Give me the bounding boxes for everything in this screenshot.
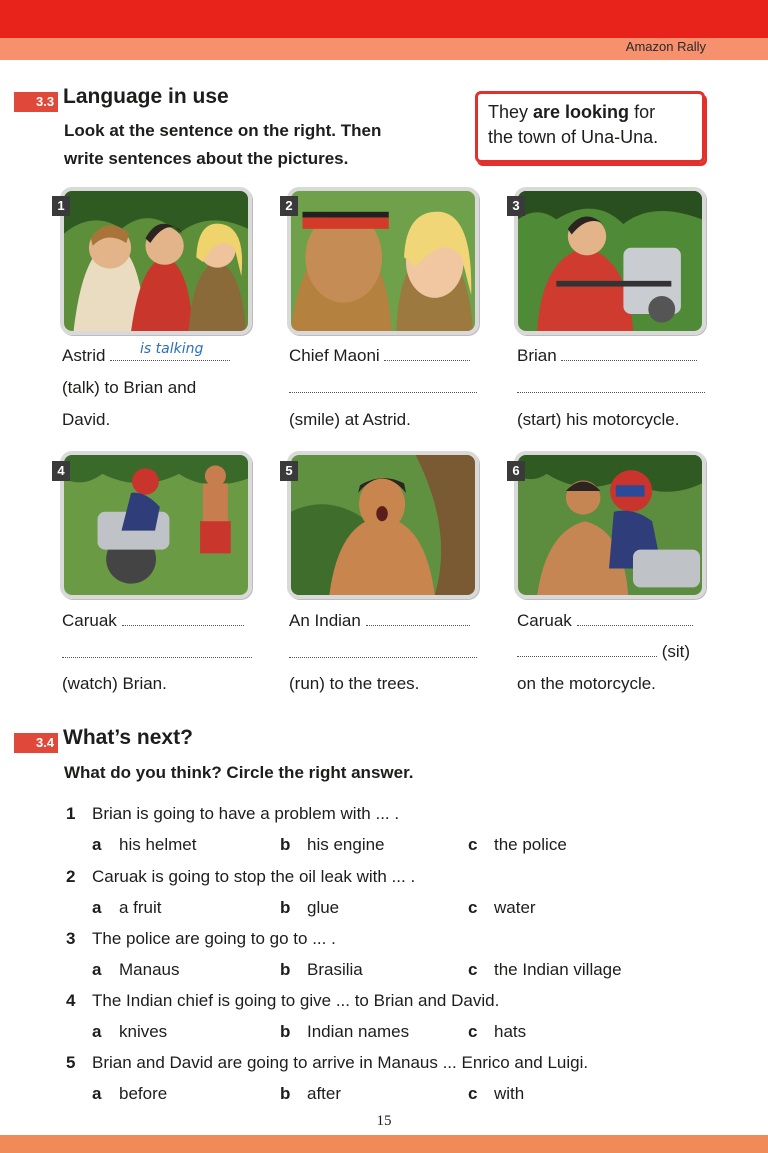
question-number: 3 [66, 929, 76, 948]
item-2-subject: Chief Maoni [289, 346, 380, 365]
answer-blank-4b[interactable] [62, 657, 252, 658]
item-6-line-1: Caruak [517, 610, 693, 632]
item-4-line-3: (watch) Brian. [62, 674, 167, 693]
instruction-line-1: Look at the sentence on the right. Then [64, 121, 382, 140]
running-title: Amazon Rally [625, 39, 706, 54]
option-letter-c: c [468, 1084, 478, 1103]
option-c[interactable]: the police [494, 834, 567, 856]
instruction-line-2: write sentences about the pictures. [64, 149, 349, 168]
option-c[interactable]: water [494, 897, 536, 919]
section-title-2: What’s next? [63, 726, 193, 749]
question-text: Caruak is going to stop the oil leak wit… [92, 867, 416, 886]
answer-blank-6a[interactable] [576, 612, 693, 626]
question-number: 5 [66, 1053, 76, 1072]
option-letter-a: a [92, 1084, 102, 1103]
picture-number-5: 5 [280, 461, 298, 481]
answer-blank-2a[interactable] [384, 347, 471, 361]
option-b[interactable]: Brasilia [307, 959, 363, 981]
picture-2 [287, 187, 479, 335]
question-text: The police are going to go to ... . [92, 929, 336, 948]
option-letter-b: b [280, 835, 291, 854]
question-number: 4 [66, 991, 76, 1010]
answer-blank-5b[interactable] [289, 657, 477, 658]
answer-blank-4a[interactable] [121, 612, 244, 626]
top-color-band [0, 0, 768, 38]
option-c[interactable]: the Indian village [494, 959, 622, 981]
picture-number-6: 6 [507, 461, 525, 481]
option-a[interactable]: before [119, 1083, 167, 1105]
item-4-line-1: Caruak [62, 610, 244, 632]
item-1-line-2: (talk) to Brian and [62, 378, 197, 397]
answer-blank-3a[interactable] [561, 347, 698, 361]
option-letter-b: b [280, 898, 291, 917]
section-title: Language in use [63, 85, 229, 108]
answer-blank-5a[interactable] [365, 612, 470, 626]
option-letter-a: a [92, 835, 102, 854]
item-2-line-3: (smile) at Astrid. [289, 410, 411, 429]
option-letter-a: a [92, 1022, 102, 1041]
item-3-line-3: (start) his motorcycle. [517, 410, 680, 429]
item-6-line-2: (sit) [517, 641, 690, 663]
picture-6 [514, 451, 706, 599]
question-text: Brian is going to have a problem with ..… [92, 804, 400, 823]
option-a[interactable]: a fruit [119, 897, 162, 919]
option-letter-b: b [280, 1022, 291, 1041]
question-number: 1 [66, 804, 76, 823]
item-6-line-2-end: (sit) [661, 642, 691, 661]
option-letter-c: c [468, 898, 478, 917]
handwritten-answer-1: is talking [140, 341, 204, 357]
option-b[interactable]: after [307, 1083, 341, 1105]
option-letter-a: a [92, 898, 102, 917]
option-b[interactable]: glue [307, 897, 339, 919]
option-letter-c: c [468, 1022, 478, 1041]
item-1-subject: Astrid [62, 346, 106, 365]
option-letter-a: a [92, 960, 102, 979]
example-text-post: for [629, 102, 656, 122]
option-a[interactable]: Manaus [119, 959, 179, 981]
option-c[interactable]: with [494, 1083, 524, 1105]
example-text-bold: are looking [533, 102, 630, 122]
question-text: The Indian chief is going to give ... to… [92, 991, 500, 1010]
item-2-line-1: Chief Maoni [289, 345, 471, 367]
example-text-pre: They [488, 102, 534, 122]
option-b[interactable]: Indian names [307, 1021, 409, 1043]
item-6-subject: Caruak [517, 611, 572, 630]
picture-1 [60, 187, 252, 335]
picture-number-3: 3 [507, 196, 525, 216]
item-6-line-3: on the motorcycle. [517, 674, 656, 693]
section-number-badge: 3.3 [14, 92, 59, 112]
picture-number-2: 2 [280, 196, 298, 216]
picture-5 [287, 451, 479, 599]
item-3-subject: Brian [517, 346, 557, 365]
option-c[interactable]: hats [494, 1021, 526, 1043]
question-number: 2 [66, 867, 76, 886]
item-1-line-3: David. [62, 410, 111, 429]
item-5-line-1: An Indian [289, 610, 470, 632]
picture-number-4: 4 [52, 461, 70, 481]
section-number-badge-2: 3.4 [14, 733, 59, 753]
picture-4 [60, 451, 252, 599]
example-sentence-box: They are looking for the town of Una-Una… [475, 91, 705, 163]
item-3-line-1: Brian [517, 345, 698, 367]
option-b[interactable]: his engine [307, 834, 385, 856]
answer-blank-2b[interactable] [289, 392, 477, 393]
option-letter-b: b [280, 960, 291, 979]
page-number: 15 [376, 1113, 392, 1129]
item-5-line-3: (run) to the trees. [289, 674, 420, 693]
answer-blank-6b[interactable] [517, 643, 657, 657]
instruction-3-4: What do you think? Circle the right answ… [64, 763, 414, 782]
answer-blank-3b[interactable] [517, 392, 705, 393]
bottom-color-band [0, 1135, 768, 1153]
option-letter-c: c [468, 960, 478, 979]
option-a[interactable]: knives [119, 1021, 167, 1043]
question-text: Brian and David are going to arrive in M… [92, 1053, 589, 1072]
option-letter-b: b [280, 1084, 291, 1103]
item-4-subject: Caruak [62, 611, 117, 630]
example-text-line2: the town of Una-Una. [488, 127, 659, 147]
option-letter-c: c [468, 835, 478, 854]
picture-number-1: 1 [52, 196, 70, 216]
picture-3 [514, 187, 706, 335]
option-a[interactable]: his helmet [119, 834, 196, 856]
item-5-subject: An Indian [289, 611, 361, 630]
